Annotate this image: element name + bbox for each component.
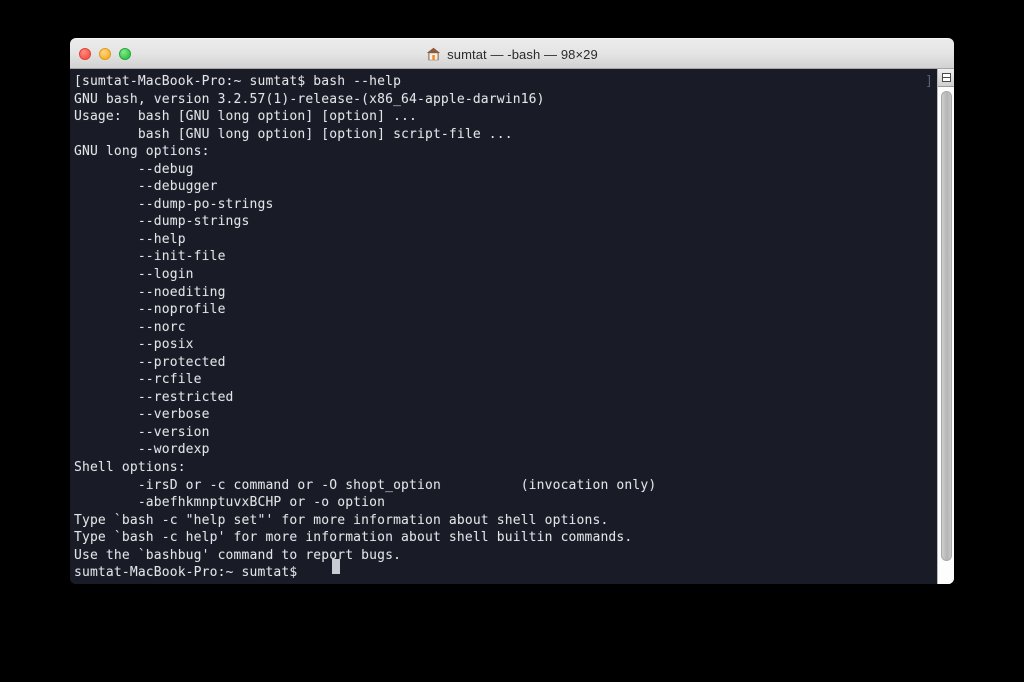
line-edge-marker: ]	[925, 74, 933, 89]
close-button[interactable]	[79, 48, 91, 60]
terminal-scrollbar[interactable]	[937, 69, 954, 584]
desktop-background: sumtat — -bash — 98×29 [sumtat-MacBook-P…	[0, 0, 1024, 682]
split-pane-icon	[941, 73, 951, 82]
terminal-screen[interactable]: [sumtat-MacBook-Pro:~ sumtat$ bash --hel…	[70, 69, 937, 584]
window-title-block: sumtat — -bash — 98×29	[70, 39, 954, 69]
window-title: sumtat — -bash — 98×29	[447, 46, 598, 62]
split-pane-button[interactable]	[938, 69, 954, 87]
scrollbar-thumb[interactable]	[940, 91, 952, 561]
terminal-cursor	[332, 559, 340, 574]
minimize-button[interactable]	[99, 48, 111, 60]
window-controls	[79, 39, 131, 69]
maximize-button[interactable]	[119, 48, 131, 60]
terminal-body: [sumtat-MacBook-Pro:~ sumtat$ bash --hel…	[70, 69, 954, 584]
terminal-output: [sumtat-MacBook-Pro:~ sumtat$ bash --hel…	[74, 74, 657, 581]
terminal-window[interactable]: sumtat — -bash — 98×29 [sumtat-MacBook-P…	[70, 38, 954, 584]
scrollbar-track[interactable]	[937, 87, 954, 584]
window-titlebar[interactable]: sumtat — -bash — 98×29	[70, 38, 954, 69]
house-icon	[426, 47, 441, 61]
